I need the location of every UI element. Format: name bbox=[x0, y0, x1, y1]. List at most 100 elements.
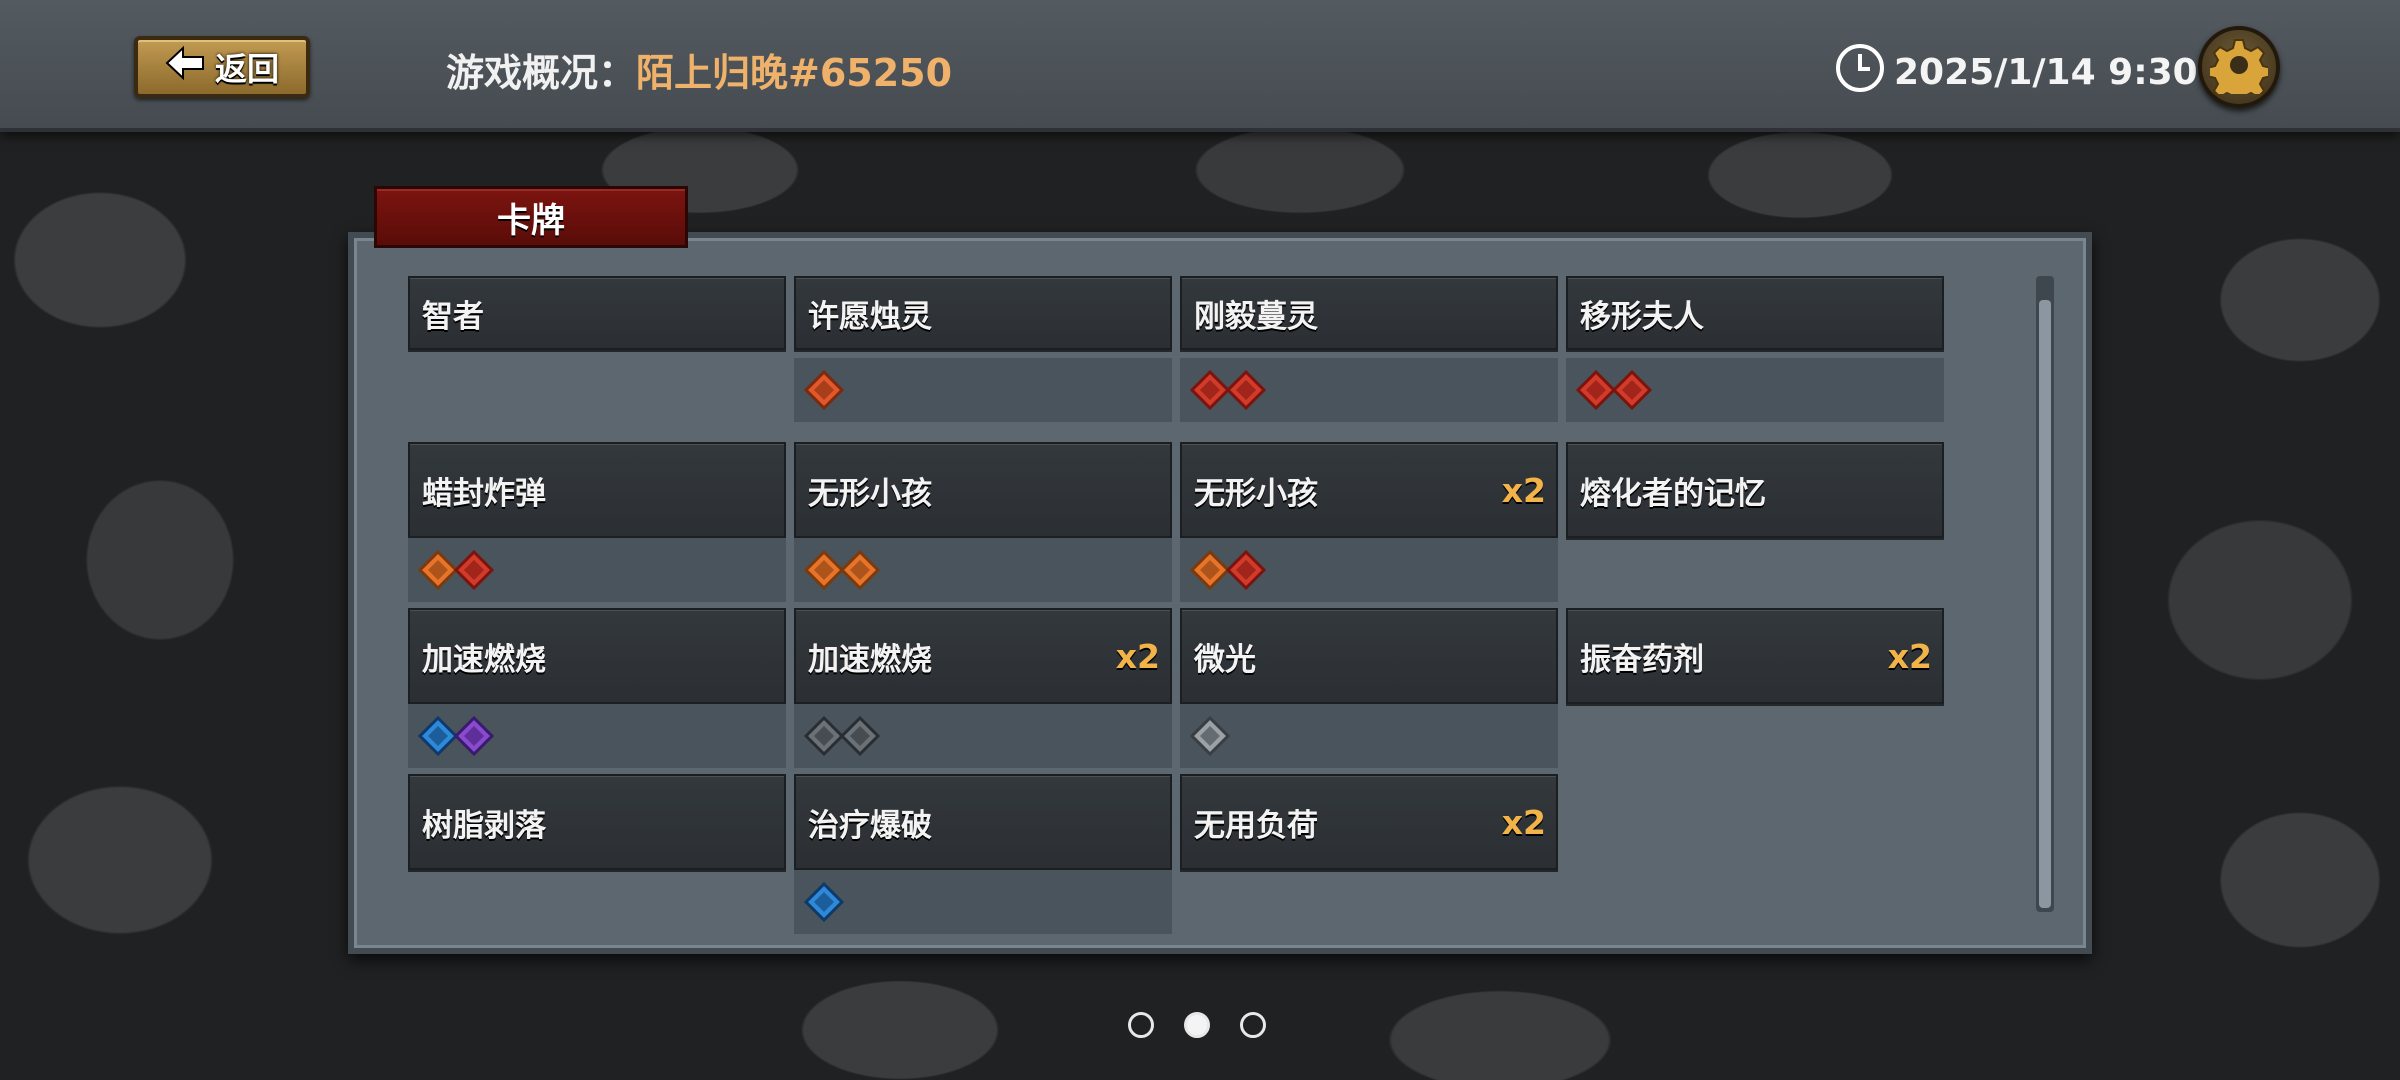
tag-orange-icon bbox=[418, 550, 458, 590]
tag-orange-icon bbox=[804, 550, 844, 590]
cards-tab[interactable]: 卡牌 bbox=[374, 186, 688, 248]
page-title: 游戏概况： 陌上归晚#65250 bbox=[446, 42, 952, 97]
card-name: 无形小孩 bbox=[1194, 475, 1318, 512]
card-item[interactable]: 加速燃烧 x2 bbox=[794, 608, 1172, 704]
card-name: 许愿烛灵 bbox=[808, 298, 932, 335]
back-button[interactable]: 返回 bbox=[134, 36, 310, 98]
card-item[interactable]: 无用负荷 x2 bbox=[1180, 774, 1558, 870]
page-dot[interactable] bbox=[1184, 1012, 1210, 1038]
card-cell: 加速燃烧 bbox=[408, 608, 786, 774]
card-grid: 智者 许愿烛灵 刚毅蔓灵 移形夫人 蜡封炸弹 无形小孩 无形小孩 x2 熔化者的记忆 加速燃烧 加速… bbox=[408, 276, 1944, 940]
card-item[interactable]: 微光 bbox=[1180, 608, 1558, 704]
back-button-label: 返回 bbox=[214, 50, 279, 88]
card-tags bbox=[1566, 538, 1944, 602]
tag-red-icon bbox=[1612, 370, 1652, 410]
card-name: 加速燃烧 bbox=[422, 641, 546, 678]
card-cell: 刚毅蔓灵 bbox=[1180, 276, 1558, 442]
gear-icon bbox=[2206, 36, 2272, 105]
card-tags bbox=[1180, 538, 1558, 602]
tag-red-icon bbox=[1226, 370, 1266, 410]
card-tags bbox=[794, 358, 1172, 422]
settings-button[interactable] bbox=[2198, 26, 2280, 108]
card-item[interactable]: 熔化者的记忆 bbox=[1566, 442, 1944, 538]
card-tags bbox=[1180, 704, 1558, 768]
page-indicator bbox=[1128, 1012, 1266, 1038]
card-name: 蜡封炸弹 bbox=[422, 475, 546, 512]
card-tags bbox=[408, 358, 786, 422]
card-cell: 移形夫人 bbox=[1566, 276, 1944, 442]
card-item[interactable]: 振奋药剂 x2 bbox=[1566, 608, 1944, 704]
clock-icon bbox=[1834, 42, 1886, 103]
card-name: 振奋药剂 bbox=[1580, 641, 1704, 678]
card-tags bbox=[1566, 704, 1944, 768]
card-tags bbox=[794, 870, 1172, 934]
page-dot[interactable] bbox=[1240, 1012, 1266, 1038]
title-prefix: 游戏概况： bbox=[446, 51, 637, 95]
tag-red-icon bbox=[1226, 550, 1266, 590]
card-tags bbox=[1566, 358, 1944, 422]
card-tags bbox=[1180, 358, 1558, 422]
scrollbar-thumb[interactable] bbox=[2039, 300, 2051, 908]
card-item[interactable]: 刚毅蔓灵 bbox=[1180, 276, 1558, 350]
card-tags bbox=[794, 704, 1172, 768]
card-count: x2 bbox=[1501, 802, 1546, 842]
card-item[interactable]: 加速燃烧 bbox=[408, 608, 786, 704]
card-name: 熔化者的记忆 bbox=[1580, 475, 1766, 512]
card-tags bbox=[408, 538, 786, 602]
top-bar: 返回 游戏概况： 陌上归晚#65250 2025/1/14 9:30 bbox=[0, 0, 2400, 132]
tag-red-icon bbox=[1190, 370, 1230, 410]
tag-orange-icon bbox=[840, 550, 880, 590]
tag-orange-icon bbox=[1190, 550, 1230, 590]
page-dot[interactable] bbox=[1128, 1012, 1154, 1038]
tag-gray-icon bbox=[840, 716, 880, 756]
card-name: 移形夫人 bbox=[1580, 298, 1704, 335]
card-cell: 无形小孩 bbox=[794, 442, 1172, 608]
card-item[interactable]: 移形夫人 bbox=[1566, 276, 1944, 350]
card-cell: 加速燃烧 x2 bbox=[794, 608, 1172, 774]
tag-blue-icon bbox=[418, 716, 458, 756]
card-name: 刚毅蔓灵 bbox=[1194, 298, 1318, 335]
card-item[interactable]: 树脂剥落 bbox=[408, 774, 786, 870]
card-count: x2 bbox=[1501, 470, 1546, 510]
card-count: x2 bbox=[1115, 636, 1160, 676]
card-name: 治疗爆破 bbox=[808, 807, 932, 844]
datetime-text: 2025/1/14 9:30 bbox=[1894, 52, 2198, 93]
tag-red-icon bbox=[454, 550, 494, 590]
game-datetime: 2025/1/14 9:30 bbox=[1834, 42, 2198, 103]
card-cell: 熔化者的记忆 bbox=[1566, 442, 1944, 608]
tag-silver-icon bbox=[1190, 716, 1230, 756]
card-name: 无用负荷 bbox=[1194, 807, 1318, 844]
card-name: 树脂剥落 bbox=[422, 807, 546, 844]
arrow-left-icon bbox=[165, 45, 205, 89]
tag-red-icon bbox=[1576, 370, 1616, 410]
card-item[interactable]: 无形小孩 x2 bbox=[1180, 442, 1558, 538]
card-cell: 治疗爆破 bbox=[794, 774, 1172, 940]
tag-blue-icon bbox=[804, 882, 844, 922]
card-cell: 许愿烛灵 bbox=[794, 276, 1172, 442]
card-name: 无形小孩 bbox=[808, 475, 932, 512]
tag-red-orange-icon bbox=[804, 370, 844, 410]
card-name: 微光 bbox=[1194, 641, 1256, 678]
card-item[interactable]: 治疗爆破 bbox=[794, 774, 1172, 870]
card-item[interactable]: 无形小孩 bbox=[794, 442, 1172, 538]
card-cell: 树脂剥落 bbox=[408, 774, 786, 940]
card-tags bbox=[408, 870, 786, 934]
card-cell: 无形小孩 x2 bbox=[1180, 442, 1558, 608]
card-item[interactable]: 许愿烛灵 bbox=[794, 276, 1172, 350]
card-item[interactable]: 智者 bbox=[408, 276, 786, 350]
card-tags bbox=[1180, 870, 1558, 934]
tag-purple-icon bbox=[454, 716, 494, 756]
card-name: 加速燃烧 bbox=[808, 641, 932, 678]
card-cell: 智者 bbox=[408, 276, 786, 442]
tag-gray-icon bbox=[804, 716, 844, 756]
cards-tab-label: 卡牌 bbox=[497, 200, 565, 241]
card-cell: 无用负荷 x2 bbox=[1180, 774, 1558, 940]
card-count: x2 bbox=[1887, 636, 1932, 676]
card-cell: 振奋药剂 x2 bbox=[1566, 608, 1944, 774]
card-item[interactable]: 蜡封炸弹 bbox=[408, 442, 786, 538]
card-tags bbox=[794, 538, 1172, 602]
card-cell: 蜡封炸弹 bbox=[408, 442, 786, 608]
card-tags bbox=[408, 704, 786, 768]
player-name: 陌上归晚#65250 bbox=[636, 51, 953, 95]
card-name: 智者 bbox=[422, 298, 484, 335]
